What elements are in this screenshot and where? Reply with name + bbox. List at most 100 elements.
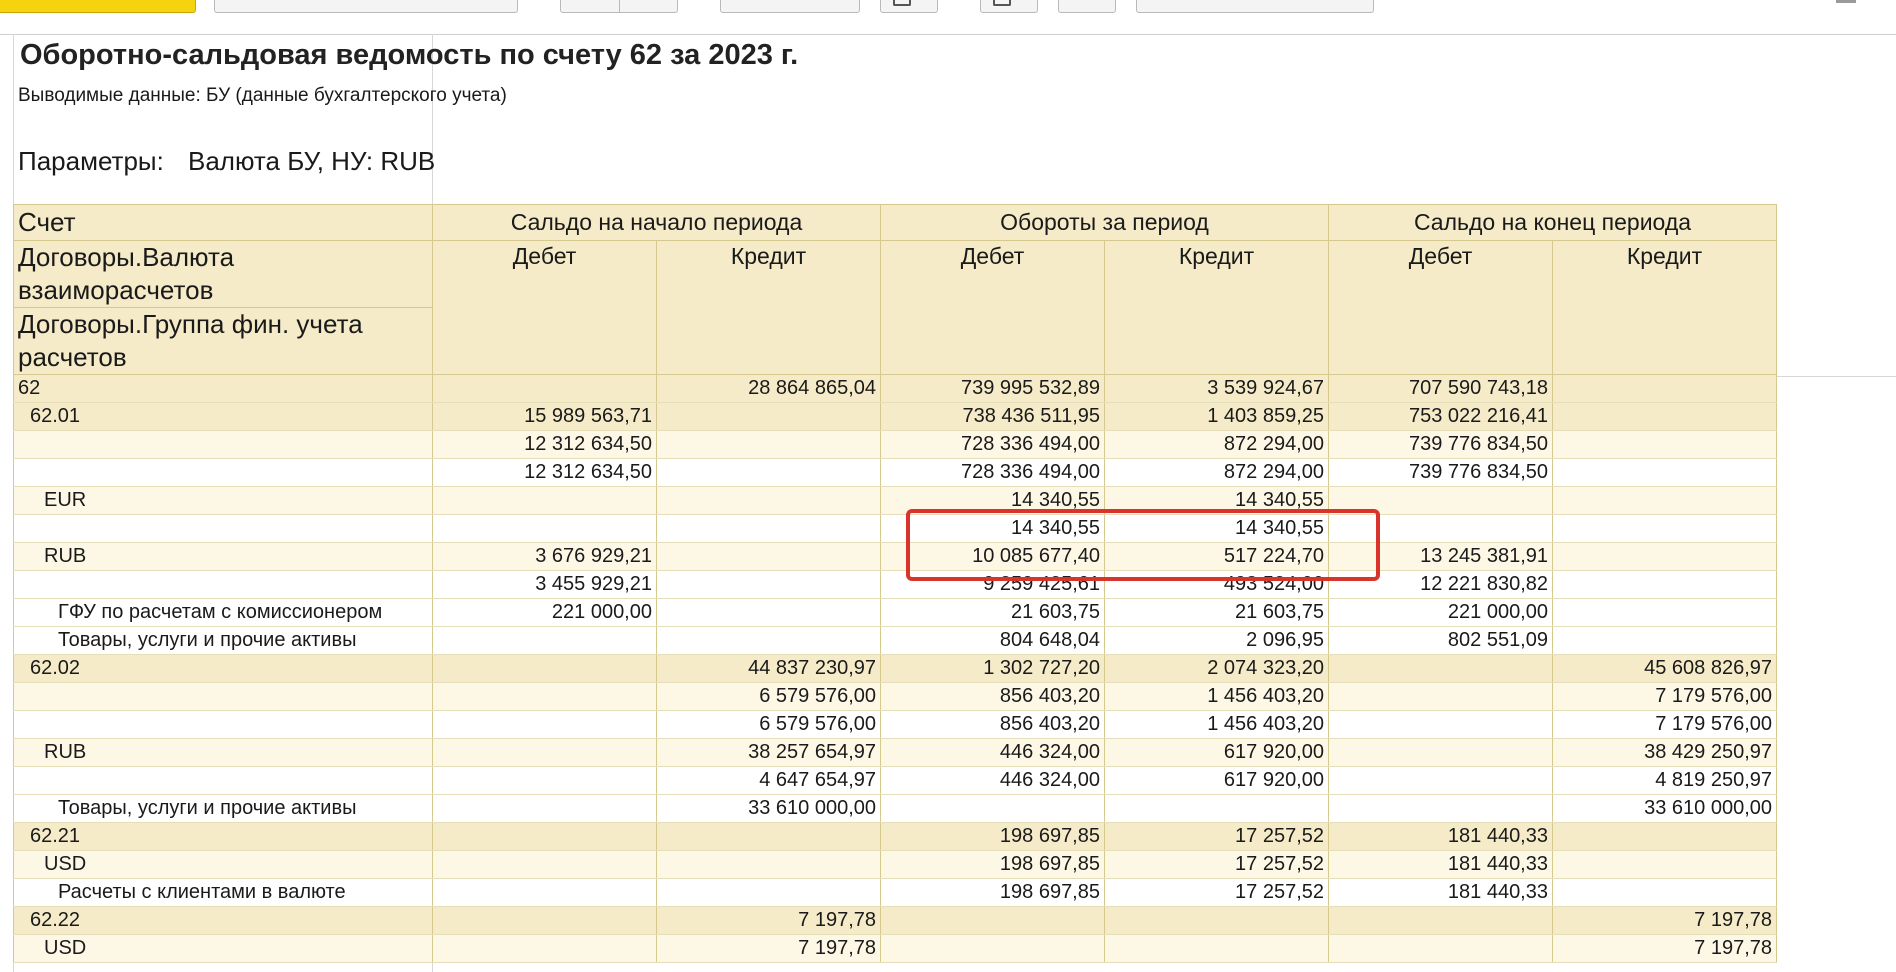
table-row[interactable]: 62.01 15 989 563,71 738 436 511,95 1 403 85… — [13, 402, 1777, 431]
cell-closing-credit[interactable] — [1552, 514, 1777, 543]
table-row[interactable]: 4 647 654,97 446 324,00 617 920,00 4 819 25… — [13, 766, 1777, 795]
cell-opening-debit[interactable]: 3 455 929,21 — [432, 570, 657, 599]
cell-opening-debit[interactable] — [432, 794, 657, 823]
cell-turnover-credit[interactable]: 3 539 924,67 — [1104, 374, 1329, 403]
cell-opening-credit[interactable]: 7 197,78 — [656, 906, 881, 935]
cell-closing-credit[interactable]: 7 179 576,00 — [1552, 682, 1777, 711]
cell-closing-credit[interactable] — [1552, 374, 1777, 403]
cell-turnover-credit[interactable]: 17 257,52 — [1104, 850, 1329, 879]
cell-opening-credit[interactable] — [656, 542, 881, 571]
nav-button-group[interactable] — [560, 0, 678, 13]
toolbar-button[interactable] — [720, 0, 860, 13]
cell-opening-debit[interactable] — [432, 486, 657, 515]
cell-opening-credit[interactable] — [656, 626, 881, 655]
cell-turnover-debit[interactable]: 728 336 494,00 — [880, 430, 1105, 459]
table-row[interactable]: 12 312 634,50 728 336 494,00 872 294,00 739… — [13, 458, 1777, 487]
cell-turnover-credit[interactable]: 14 340,55 — [1104, 514, 1329, 543]
cell-turnover-debit[interactable]: 446 324,00 — [880, 738, 1105, 767]
cell-closing-debit[interactable]: 707 590 743,18 — [1328, 374, 1553, 403]
cell-account[interactable] — [13, 430, 433, 459]
cell-closing-credit[interactable] — [1552, 542, 1777, 571]
cell-opening-debit[interactable]: 12 312 634,50 — [432, 458, 657, 487]
cell-turnover-debit[interactable]: 804 648,04 — [880, 626, 1105, 655]
cell-opening-credit[interactable]: 28 864 865,04 — [656, 374, 881, 403]
cell-closing-credit[interactable] — [1552, 878, 1777, 907]
cell-turnover-debit[interactable]: 198 697,85 — [880, 850, 1105, 879]
cell-opening-debit[interactable] — [432, 850, 657, 879]
cell-opening-debit[interactable] — [432, 710, 657, 739]
settings-button[interactable] — [214, 0, 518, 13]
cell-closing-credit[interactable] — [1552, 402, 1777, 431]
cell-turnover-debit[interactable]: 14 340,55 — [880, 514, 1105, 543]
cell-closing-debit[interactable]: 221 000,00 — [1328, 598, 1553, 627]
cell-opening-credit[interactable] — [656, 850, 881, 879]
cell-closing-debit[interactable]: 12 221 830,82 — [1328, 570, 1553, 599]
cell-turnover-debit[interactable] — [880, 906, 1105, 935]
cell-turnover-debit[interactable]: 856 403,20 — [880, 710, 1105, 739]
cell-turnover-debit[interactable]: 21 603,75 — [880, 598, 1105, 627]
cell-closing-credit[interactable] — [1552, 626, 1777, 655]
table-row[interactable]: Товары, услуги и прочие активы 804 648,04… — [13, 626, 1777, 655]
cell-opening-debit[interactable] — [432, 654, 657, 683]
cell-opening-credit[interactable] — [656, 822, 881, 851]
preview-icon[interactable] — [880, 0, 938, 13]
cell-closing-credit[interactable]: 33 610 000,00 — [1552, 794, 1777, 823]
cell-account[interactable] — [13, 682, 433, 711]
table-row[interactable]: USD 198 697,85 17 257,52 181 440,33 — [13, 850, 1777, 879]
cell-opening-credit[interactable]: 44 837 230,97 — [656, 654, 881, 683]
table-row[interactable]: 62.22 7 197,78 7 197,78 — [13, 906, 1777, 935]
cell-account[interactable]: Товары, услуги и прочие активы — [13, 794, 433, 823]
cell-turnover-credit[interactable]: 2 096,95 — [1104, 626, 1329, 655]
cell-closing-debit[interactable]: 802 551,09 — [1328, 626, 1553, 655]
cell-closing-debit[interactable] — [1328, 710, 1553, 739]
table-row[interactable]: 62.21 198 697,85 17 257,52 181 440,33 — [13, 822, 1777, 851]
table-row[interactable]: Товары, услуги и прочие активы 33 610 000… — [13, 794, 1777, 823]
cell-turnover-debit[interactable]: 10 085 677,40 — [880, 542, 1105, 571]
cell-opening-credit[interactable]: 6 579 576,00 — [656, 682, 881, 711]
cell-opening-credit[interactable] — [656, 514, 881, 543]
cell-turnover-credit[interactable]: 1 456 403,20 — [1104, 682, 1329, 711]
cell-turnover-credit[interactable]: 617 920,00 — [1104, 738, 1329, 767]
cell-account[interactable]: Товары, услуги и прочие активы — [13, 626, 433, 655]
cell-opening-debit[interactable] — [432, 374, 657, 403]
cell-closing-credit[interactable]: 45 608 826,97 — [1552, 654, 1777, 683]
cell-opening-credit[interactable]: 4 647 654,97 — [656, 766, 881, 795]
cell-opening-credit[interactable]: 6 579 576,00 — [656, 710, 881, 739]
table-row[interactable]: RUB 38 257 654,97 446 324,00 617 920,00 38 4… — [13, 738, 1777, 767]
cell-closing-credit[interactable] — [1552, 486, 1777, 515]
cell-turnover-debit[interactable]: 14 340,55 — [880, 486, 1105, 515]
cell-closing-credit[interactable]: 38 429 250,97 — [1552, 738, 1777, 767]
table-row[interactable]: 6 579 576,00 856 403,20 1 456 403,20 7 179 … — [13, 710, 1777, 739]
cell-opening-credit[interactable] — [656, 430, 881, 459]
cell-closing-debit[interactable] — [1328, 934, 1553, 963]
cell-closing-credit[interactable] — [1552, 822, 1777, 851]
cell-opening-debit[interactable] — [432, 766, 657, 795]
cell-closing-debit[interactable] — [1328, 766, 1553, 795]
cell-opening-debit[interactable] — [432, 906, 657, 935]
table-row[interactable]: 3 455 929,21 9 259 425,61 493 524,00 12 221… — [13, 570, 1777, 599]
cell-closing-debit[interactable] — [1328, 738, 1553, 767]
cell-turnover-debit[interactable]: 198 697,85 — [880, 822, 1105, 851]
cell-opening-debit[interactable]: 15 989 563,71 — [432, 402, 657, 431]
cell-closing-credit[interactable] — [1552, 570, 1777, 599]
table-row[interactable]: 14 340,55 14 340,55 — [13, 514, 1777, 543]
cell-account[interactable]: Расчеты с клиентами в валюте — [13, 878, 433, 907]
cell-turnover-debit[interactable]: 9 259 425,61 — [880, 570, 1105, 599]
cell-account[interactable] — [13, 710, 433, 739]
table-row[interactable]: 12 312 634,50 728 336 494,00 872 294,00 739… — [13, 430, 1777, 459]
cell-account[interactable]: RUB — [13, 542, 433, 571]
cell-opening-credit[interactable]: 33 610 000,00 — [656, 794, 881, 823]
cell-closing-credit[interactable]: 7 197,78 — [1552, 906, 1777, 935]
cell-closing-debit[interactable]: 181 440,33 — [1328, 822, 1553, 851]
cell-turnover-credit[interactable] — [1104, 794, 1329, 823]
table-row[interactable]: 62 28 864 865,04 739 995 532,89 3 539 924,6… — [13, 374, 1777, 403]
cell-closing-credit[interactable]: 7 179 576,00 — [1552, 710, 1777, 739]
cell-account[interactable] — [13, 514, 433, 543]
cell-opening-credit[interactable] — [656, 458, 881, 487]
cell-opening-debit[interactable] — [432, 934, 657, 963]
table-row[interactable]: USD 7 197,78 7 197,78 — [13, 934, 1777, 963]
cell-opening-debit[interactable]: 3 676 929,21 — [432, 542, 657, 571]
cell-turnover-credit[interactable]: 872 294,00 — [1104, 430, 1329, 459]
cell-opening-debit[interactable]: 221 000,00 — [432, 598, 657, 627]
cell-turnover-debit[interactable]: 198 697,85 — [880, 878, 1105, 907]
